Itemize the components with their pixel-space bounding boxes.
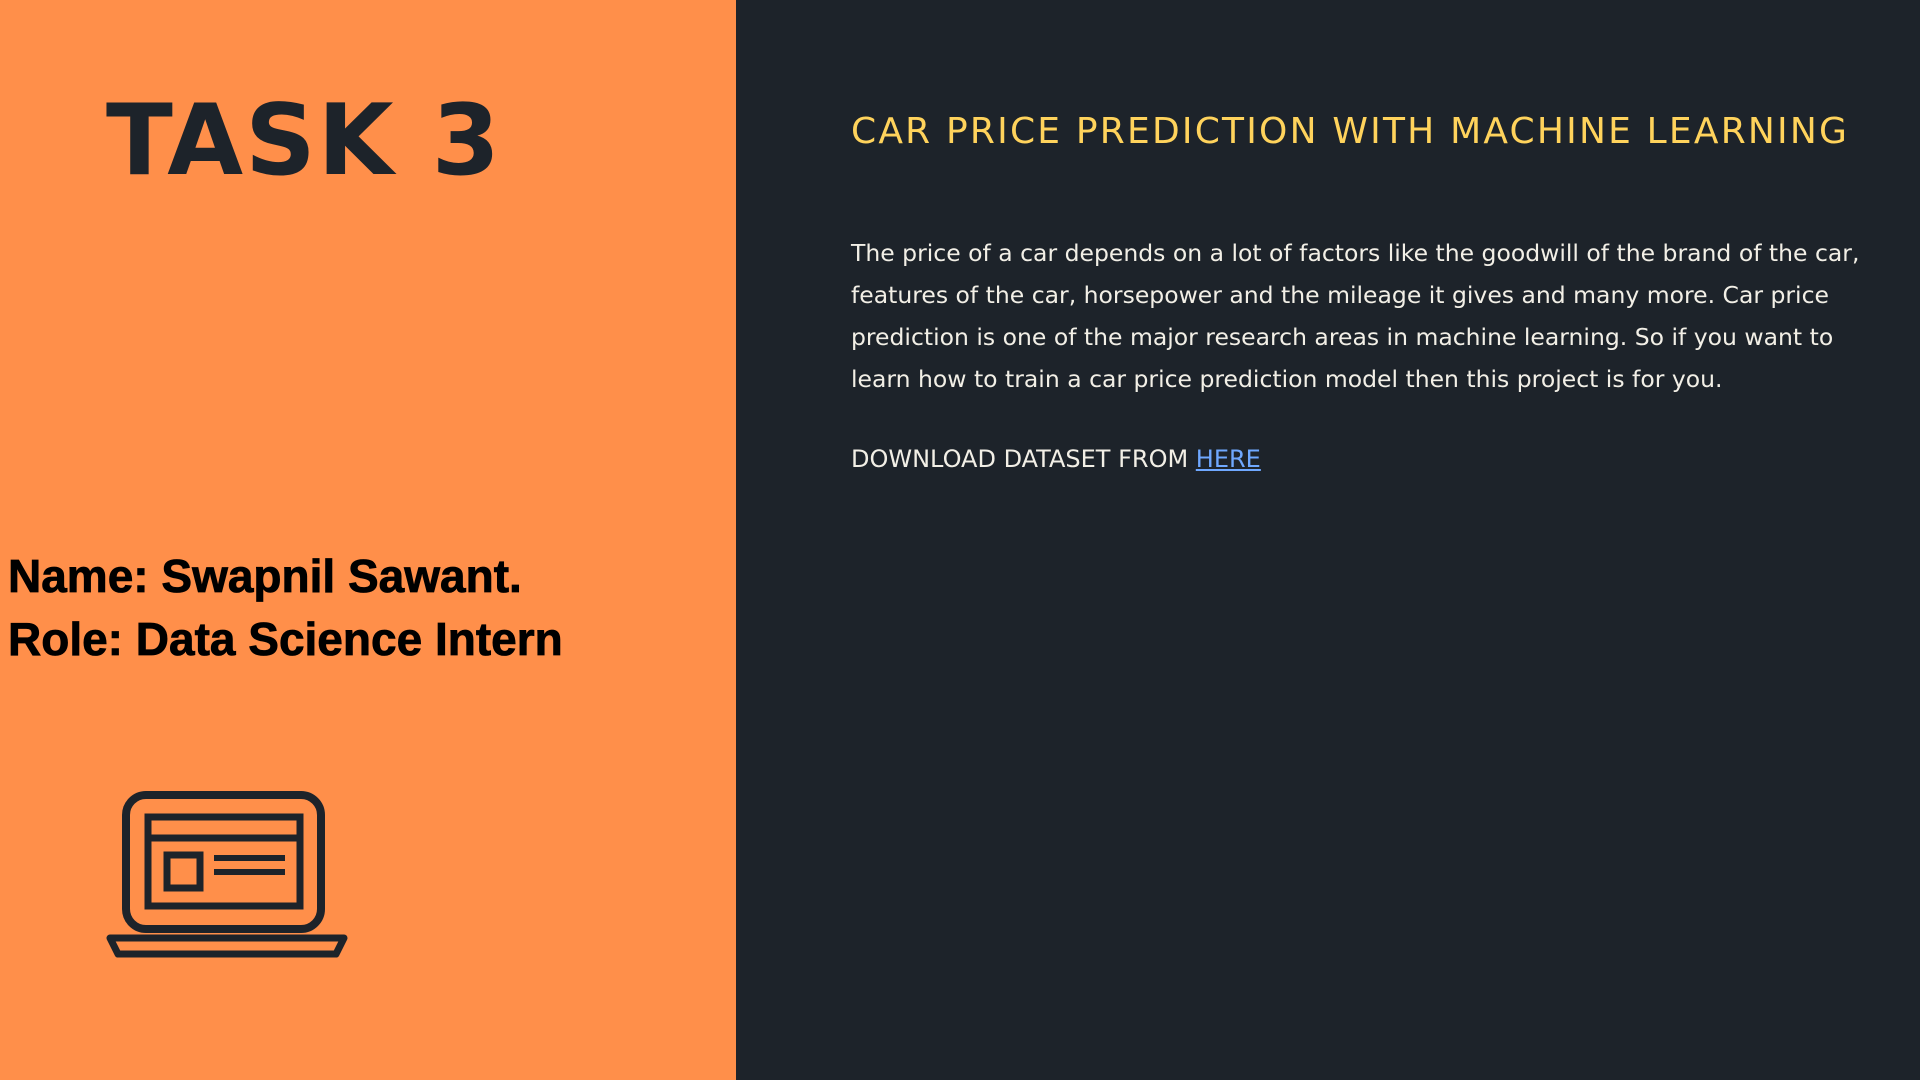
download-line: DOWNLOAD DATASET FROM HERE bbox=[851, 445, 1261, 473]
role-line: Role: Data Science Intern bbox=[8, 613, 564, 666]
dataset-download-link[interactable]: HERE bbox=[1196, 445, 1261, 473]
download-prefix: DOWNLOAD DATASET FROM bbox=[851, 445, 1196, 473]
left-panel: TASK 3 Name: Swapnil Sawant. Role: Data … bbox=[0, 0, 736, 1080]
task-title: TASK 3 bbox=[106, 84, 502, 198]
identity-block: Name: Swapnil Sawant. Role: Data Science… bbox=[8, 545, 564, 671]
laptop-icon bbox=[106, 791, 348, 958]
name-line: Name: Swapnil Sawant. bbox=[8, 550, 523, 603]
slide: TASK 3 Name: Swapnil Sawant. Role: Data … bbox=[0, 0, 1920, 1080]
project-description: The price of a car depends on a lot of f… bbox=[851, 239, 1860, 393]
right-panel: CAR PRICE PREDICTION WITH MACHINE LEARNI… bbox=[736, 0, 1920, 1080]
section-title: CAR PRICE PREDICTION WITH MACHINE LEARNI… bbox=[851, 111, 1850, 152]
